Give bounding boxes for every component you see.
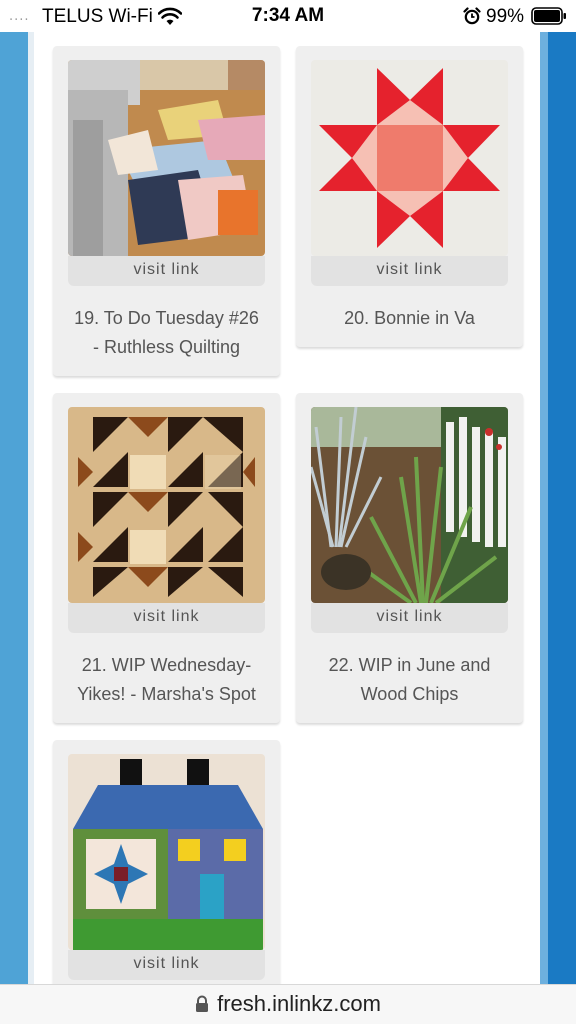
link-caption[interactable]: 19. To Do Tuesday #26 - Ruthless Quiltin…	[59, 304, 274, 362]
caption-line[interactable]: 19. To Do Tuesday #26	[59, 304, 274, 333]
caption-line[interactable]: Yikes! - Marsha's Spot	[59, 680, 274, 709]
address-bar[interactable]: fresh.inlinkz.com	[0, 984, 576, 1024]
battery-icon	[531, 7, 566, 25]
link-card[interactable]: visit link 21. WIP Wednesday- Yikes! - M…	[53, 393, 280, 723]
caption-line[interactable]: 20. Bonnie in Va	[302, 304, 517, 333]
thumbnail-image[interactable]	[68, 407, 265, 603]
caption-line[interactable]: 22. WIP in June and	[302, 651, 517, 680]
link-grid: visit link 19. To Do Tuesday #26 - Ruthl…	[34, 32, 540, 1000]
caption-line[interactable]: - Ruthless Quilting	[59, 333, 274, 362]
link-caption[interactable]: 20. Bonnie in Va	[302, 304, 517, 333]
link-card[interactable]: visit link 22. WIP in June and Wood Chip…	[296, 393, 523, 723]
lock-icon	[196, 995, 209, 1012]
thumbnail-image[interactable]	[68, 754, 265, 950]
link-card[interactable]: visit link	[53, 740, 280, 1000]
caption-line[interactable]: Wood Chips	[302, 680, 517, 709]
link-caption[interactable]: 21. WIP Wednesday- Yikes! - Marsha's Spo…	[59, 651, 274, 709]
visit-link-button[interactable]: visit link	[68, 603, 265, 633]
page-border-left	[0, 32, 28, 984]
link-card[interactable]: visit link 20. Bonnie in Va	[296, 46, 523, 347]
thumbnail-image[interactable]	[68, 60, 265, 256]
page-border-right	[548, 32, 576, 984]
page-border-right-inner	[540, 32, 548, 984]
url-text: fresh.inlinkz.com	[217, 991, 381, 1016]
battery-percent: 99%	[486, 6, 525, 27]
link-caption[interactable]: 22. WIP in June and Wood Chips	[302, 651, 517, 709]
status-bar: .... TELUS Wi-Fi 7:34 AM 99%	[0, 0, 576, 32]
thumbnail-image[interactable]	[311, 60, 508, 256]
visit-link-button[interactable]: visit link	[311, 603, 508, 633]
caption-line[interactable]: 21. WIP Wednesday-	[59, 651, 274, 680]
link-card[interactable]: visit link 19. To Do Tuesday #26 - Ruthl…	[53, 46, 280, 376]
alarm-clock-icon	[463, 7, 481, 25]
visit-link-button[interactable]: visit link	[311, 256, 508, 286]
url-display[interactable]: fresh.inlinkz.com	[0, 991, 576, 1017]
thumbnail-image[interactable]	[311, 407, 508, 603]
visit-link-button[interactable]: visit link	[68, 950, 265, 980]
visit-link-button[interactable]: visit link	[68, 256, 265, 286]
